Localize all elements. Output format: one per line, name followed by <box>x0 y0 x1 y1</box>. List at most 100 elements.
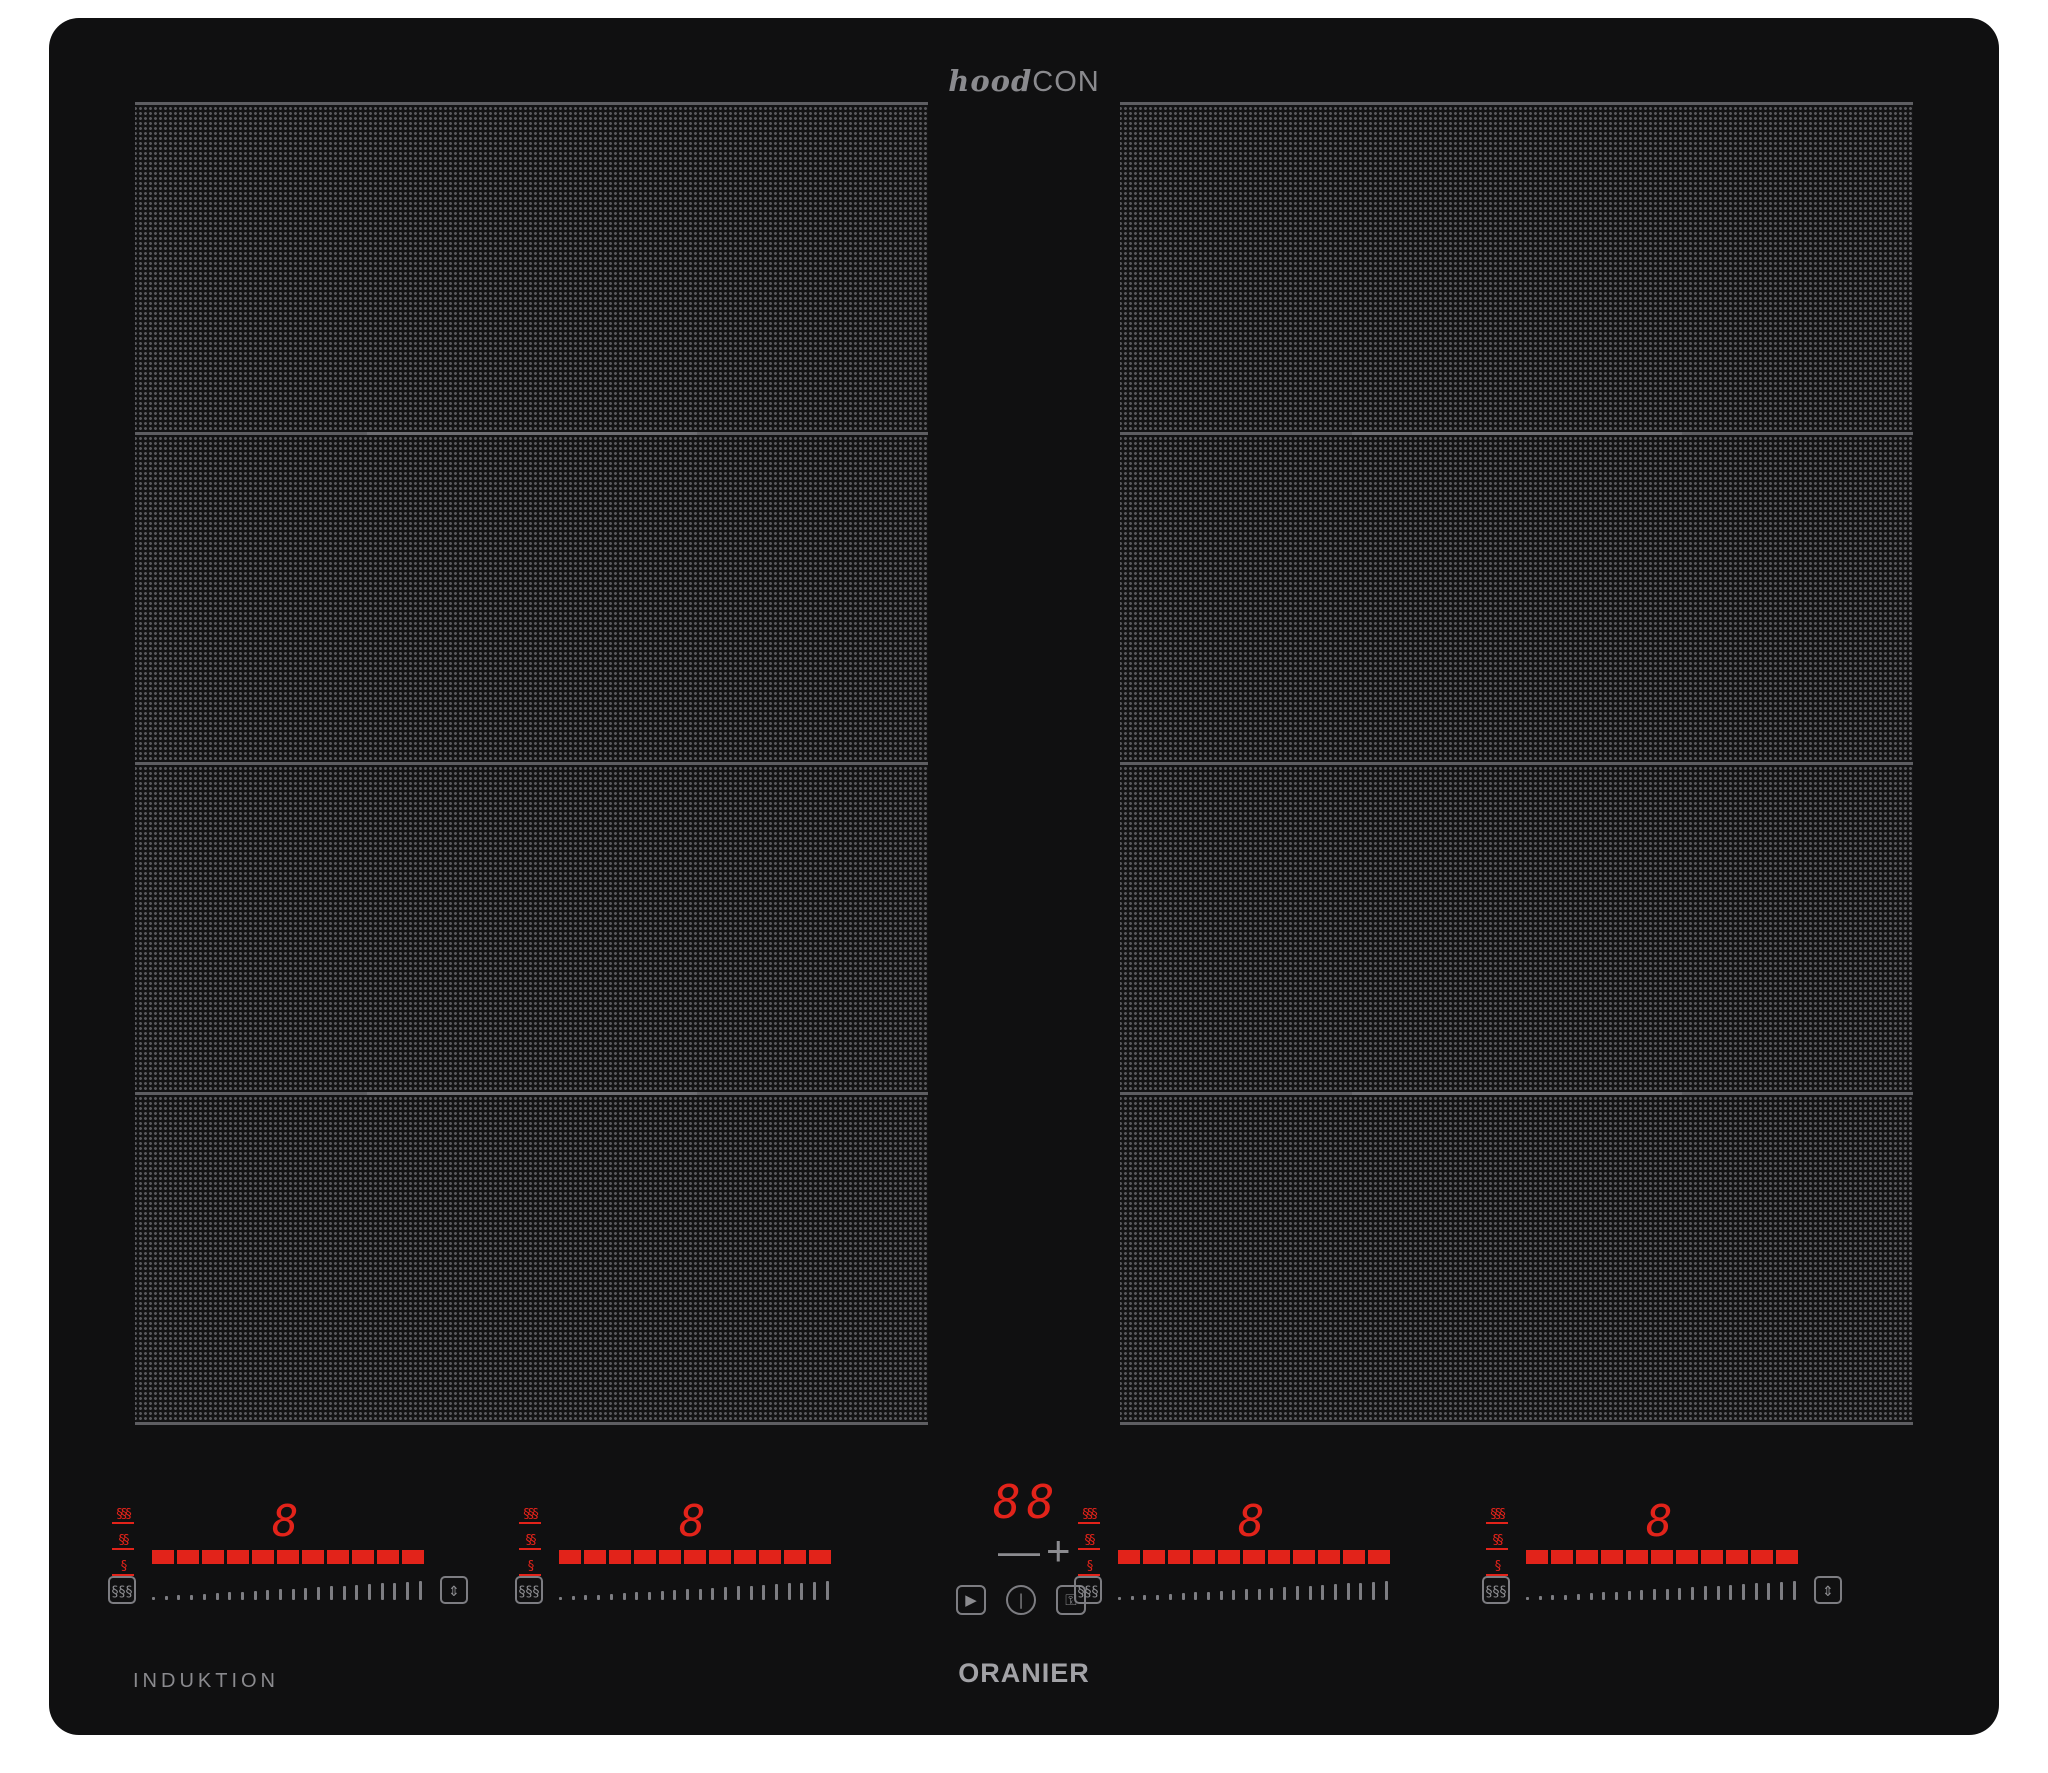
zone-end-line <box>135 1422 928 1425</box>
boost-icon[interactable]: §§§ <box>1074 1576 1102 1604</box>
cooking-zone[interactable] <box>1120 1092 1913 1422</box>
slider-tick <box>304 1588 308 1600</box>
slider-tick <box>1640 1590 1644 1600</box>
cooking-zone[interactable] <box>135 432 928 762</box>
zone-divider-mark <box>1352 432 1682 435</box>
power-segment <box>377 1550 399 1564</box>
power-segment <box>1651 1550 1673 1564</box>
zone-divider-mark <box>367 1092 697 1095</box>
slider-tick <box>1767 1583 1771 1600</box>
slider-tick <box>1346 1583 1350 1600</box>
slider-tick <box>279 1589 283 1600</box>
power-segment <box>327 1550 349 1564</box>
cooking-zone[interactable] <box>1120 432 1913 762</box>
power-level-display: 8 <box>272 1496 299 1547</box>
cooking-zone[interactable] <box>135 762 928 1092</box>
slider-tick <box>559 1597 562 1600</box>
slider-tick <box>1653 1589 1657 1600</box>
power-slider[interactable] <box>152 1580 422 1600</box>
zone-control-4: §§§ §§ § 8 §§§ ⇕ <box>1480 1498 1860 1648</box>
slider-tick <box>686 1589 690 1600</box>
power-segment <box>1751 1550 1773 1564</box>
slider-tick <box>1551 1595 1555 1600</box>
power-segment <box>1701 1550 1723 1564</box>
heat-level-indicator: §§§ §§ § <box>1486 1504 1508 1582</box>
slider-tick <box>152 1597 155 1600</box>
power-segment <box>177 1550 199 1564</box>
slider-tick <box>291 1589 295 1600</box>
power-segment <box>1601 1550 1623 1564</box>
heat-high-icon: §§§ <box>519 1504 541 1530</box>
slider-tick <box>1359 1583 1363 1600</box>
slider-tick <box>367 1584 371 1600</box>
power-segment <box>302 1550 324 1564</box>
boost-icon[interactable]: §§§ <box>1482 1576 1510 1604</box>
slider-tick <box>1602 1592 1606 1600</box>
heat-high-icon: §§§ <box>1486 1504 1508 1530</box>
minus-button[interactable]: — <box>998 1530 1040 1572</box>
slider-tick <box>1741 1584 1745 1600</box>
heat-level-indicator: §§§ §§ § <box>1078 1504 1100 1582</box>
boost-icon[interactable]: §§§ <box>108 1576 136 1604</box>
cooking-zone[interactable] <box>1120 102 1913 432</box>
cooking-zone[interactable] <box>1120 762 1913 1092</box>
power-segment <box>559 1550 581 1564</box>
power-segment <box>709 1550 731 1564</box>
hoodcon-logo-prefix: hood <box>948 64 1033 98</box>
slider-tick <box>660 1591 664 1600</box>
heat-high-icon: §§§ <box>112 1504 134 1530</box>
zone-divider-mark <box>367 432 697 435</box>
bridge-icon[interactable]: ⇕ <box>1814 1576 1842 1604</box>
power-segment <box>1526 1550 1548 1564</box>
boost-icon[interactable]: §§§ <box>515 1576 543 1604</box>
timer-display: 88 <box>993 1475 1061 1529</box>
slider-tick <box>240 1592 244 1600</box>
slider-tick <box>571 1596 575 1600</box>
slider-tick <box>1665 1589 1669 1600</box>
power-segment <box>609 1550 631 1564</box>
power-segment <box>352 1550 374 1564</box>
slider-tick <box>724 1587 728 1600</box>
slider-tick <box>1564 1595 1568 1600</box>
power-segment <box>734 1550 756 1564</box>
play-pause-icon[interactable]: ▶ <box>956 1585 986 1615</box>
power-segment <box>277 1550 299 1564</box>
slider-tick <box>813 1582 817 1600</box>
bridge-icon[interactable]: ⇕ <box>440 1576 468 1604</box>
slider-tick <box>1308 1586 1312 1600</box>
power-segment <box>784 1550 806 1564</box>
slider-tick <box>1270 1588 1274 1600</box>
slider-tick <box>393 1583 397 1600</box>
slider-tick <box>698 1589 702 1600</box>
power-segment <box>684 1550 706 1564</box>
power-icon[interactable]: | <box>1006 1585 1036 1615</box>
oranier-logo: ORANIER <box>958 1658 1090 1688</box>
power-segment <box>202 1550 224 1564</box>
power-segment <box>584 1550 606 1564</box>
power-segment <box>252 1550 274 1564</box>
power-slider[interactable] <box>1526 1580 1796 1600</box>
power-segment <box>1268 1550 1290 1564</box>
slider-tick <box>774 1584 778 1600</box>
slider-tick <box>1283 1587 1287 1600</box>
slider-tick <box>1143 1595 1147 1600</box>
power-segment <box>1551 1550 1573 1564</box>
slider-tick <box>711 1588 715 1600</box>
power-segment <box>1776 1550 1798 1564</box>
cooking-zone[interactable] <box>135 102 928 432</box>
zone-control-3: §§§ §§ § 8 §§§ <box>1072 1498 1452 1648</box>
slider-tick <box>1130 1596 1134 1600</box>
slider-tick <box>1754 1583 1758 1600</box>
slider-tick <box>253 1591 257 1600</box>
power-slider[interactable] <box>559 1580 829 1600</box>
slider-tick <box>1703 1586 1707 1600</box>
slider-tick <box>329 1586 333 1600</box>
slider-tick <box>1627 1591 1631 1600</box>
power-slider[interactable] <box>1118 1580 1388 1600</box>
power-segment <box>659 1550 681 1564</box>
slider-tick <box>1168 1594 1172 1600</box>
plus-button[interactable]: + <box>1046 1530 1071 1572</box>
slider-tick <box>1526 1597 1529 1600</box>
slider-tick <box>1678 1588 1682 1600</box>
cooking-zone[interactable] <box>135 1092 928 1422</box>
